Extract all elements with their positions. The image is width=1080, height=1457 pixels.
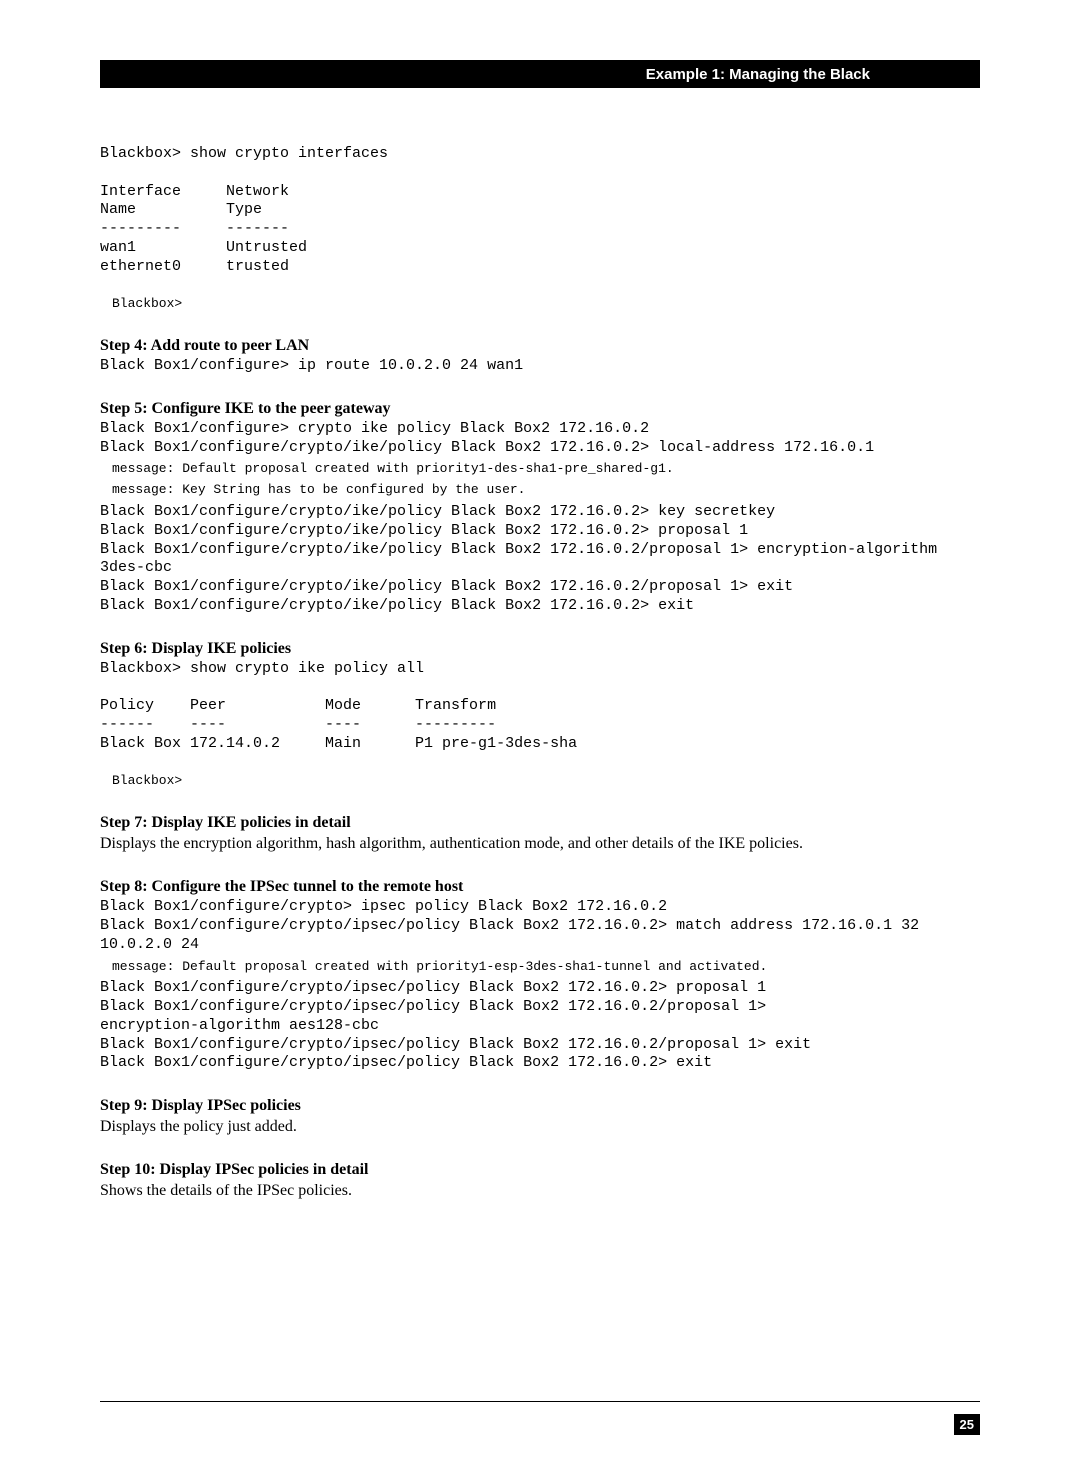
- step5-code2: Black Box1/configure/crypto/ike/policy B…: [100, 503, 980, 616]
- step6-heading: Step 6: Display IKE policies: [100, 640, 980, 658]
- code-block-interfaces: Blackbox> show crypto interfaces Interfa…: [100, 145, 980, 276]
- step5-code1: Black Box1/configure> crypto ike policy …: [100, 420, 980, 458]
- page-content: Blackbox> show crypto interfaces Interfa…: [0, 88, 1080, 1201]
- step7-heading: Step 7: Display IKE policies in detail: [100, 814, 980, 832]
- step8-code2: Black Box1/configure/crypto/ipsec/policy…: [100, 979, 980, 1073]
- footer-rule: [100, 1401, 980, 1402]
- step10-text: Shows the details of the IPSec policies.: [100, 1181, 980, 1201]
- step9-text: Displays the policy just added.: [100, 1117, 980, 1137]
- page-number: 25: [954, 1414, 980, 1435]
- step8-heading: Step 8: Configure the IPSec tunnel to th…: [100, 878, 980, 896]
- step6-code: Blackbox> show crypto ike policy all Pol…: [100, 660, 980, 754]
- step7-text: Displays the encryption algorithm, hash …: [100, 834, 980, 854]
- step5-msg1: message: Default proposal created with p…: [112, 461, 980, 478]
- step5-msg2: message: Key String has to be configured…: [112, 482, 980, 499]
- step4-heading: Step 4: Add route to peer LAN: [100, 337, 980, 355]
- step10-heading: Step 10: Display IPSec policies in detai…: [100, 1161, 980, 1179]
- step8-code1: Black Box1/configure/crypto> ipsec polic…: [100, 898, 980, 954]
- step6-prompt: Blackbox>: [112, 773, 980, 790]
- step4-code: Black Box1/configure> ip route 10.0.2.0 …: [100, 357, 980, 376]
- step9-heading: Step 9: Display IPSec policies: [100, 1097, 980, 1115]
- header-bar: Example 1: Managing the Black: [100, 60, 980, 88]
- step8-msg1: message: Default proposal created with p…: [112, 959, 980, 976]
- header-title: Example 1: Managing the Black: [646, 66, 870, 83]
- step5-heading: Step 5: Configure IKE to the peer gatewa…: [100, 400, 980, 418]
- prompt-blackbox: Blackbox>: [112, 296, 980, 313]
